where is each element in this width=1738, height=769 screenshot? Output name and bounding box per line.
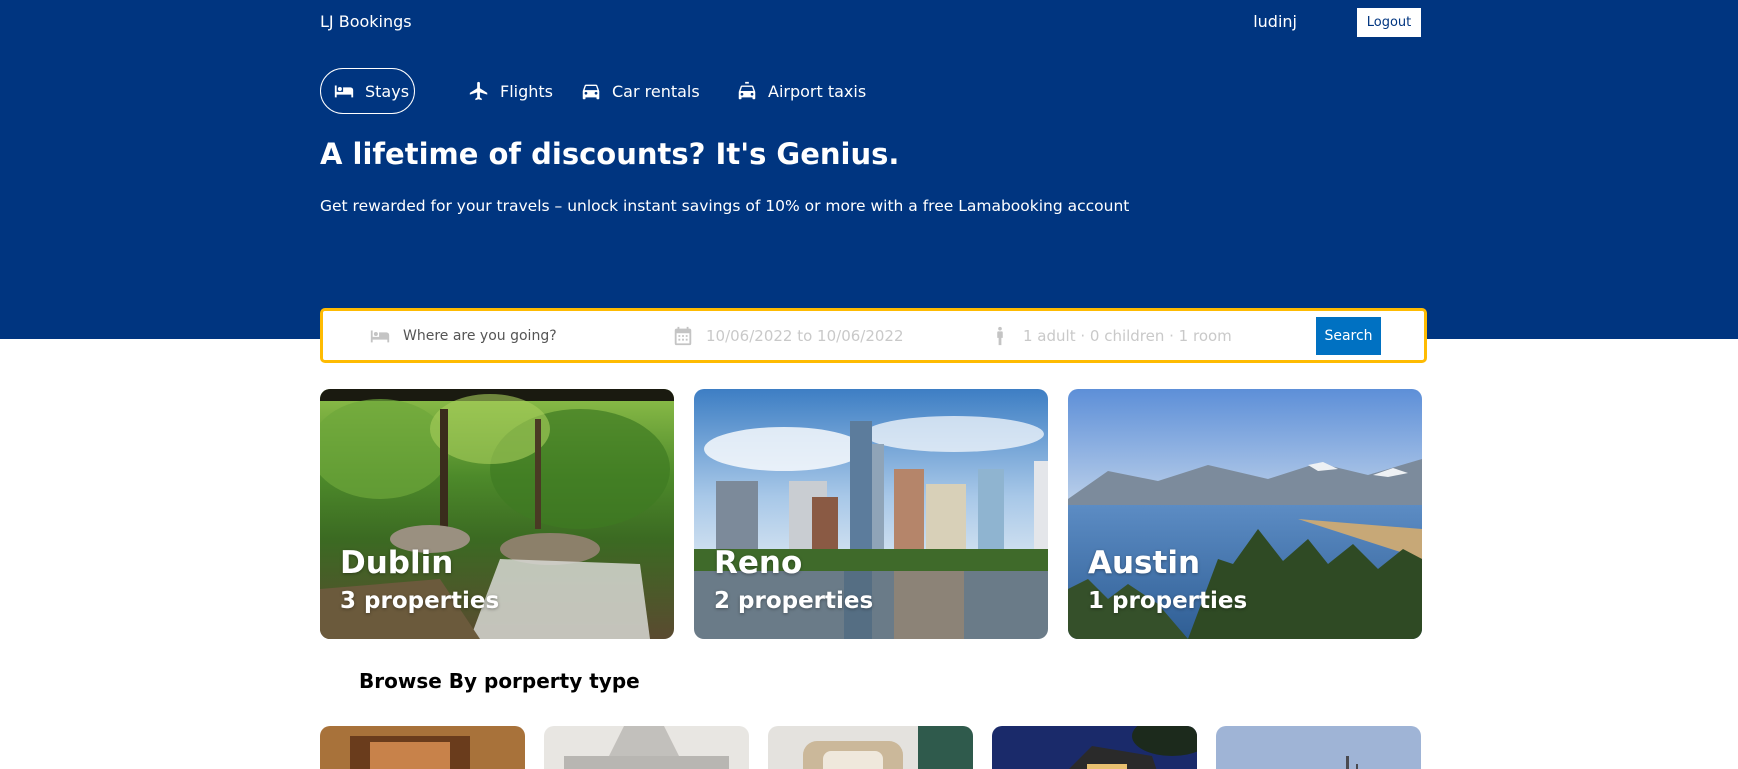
tab-stays[interactable]: Stays bbox=[320, 68, 415, 114]
featured-cities: Dublin 3 properties Reno 2 properties Au… bbox=[320, 389, 1422, 639]
property-type-card[interactable] bbox=[320, 726, 525, 769]
logout-button[interactable]: Logout bbox=[1357, 8, 1421, 37]
hero-title: A lifetime of discounts? It's Genius. bbox=[320, 137, 900, 171]
featured-card-reno[interactable]: Reno 2 properties bbox=[694, 389, 1048, 639]
date-range-text: 10/06/2022 to 10/06/2022 bbox=[706, 326, 904, 345]
guests-text: 1 adult · 0 children · 1 room bbox=[1023, 326, 1232, 345]
tab-label: Stays bbox=[365, 81, 410, 101]
property-type-card[interactable] bbox=[544, 726, 749, 769]
tab-label: Airport taxis bbox=[768, 81, 867, 101]
username: ludinj bbox=[1253, 12, 1297, 31]
person-icon bbox=[997, 326, 1003, 345]
search-bar: 10/06/2022 to 10/06/2022 1 adult · 0 chi… bbox=[320, 308, 1427, 363]
property-types-list bbox=[320, 726, 1422, 769]
tab-label: Flights bbox=[500, 81, 553, 101]
featured-card-dublin[interactable]: Dublin 3 properties bbox=[320, 389, 674, 639]
tab-flights[interactable]: Flights bbox=[455, 68, 566, 114]
hero-subtitle: Get rewarded for your travels – unlock i… bbox=[320, 197, 1130, 215]
car-icon bbox=[582, 84, 600, 100]
search-button[interactable]: Search bbox=[1316, 317, 1381, 355]
property-types-title: Browse By porperty type bbox=[359, 669, 640, 693]
destination-field[interactable] bbox=[369, 311, 633, 360]
card-count: 1 properties bbox=[1088, 588, 1248, 614]
property-type-card[interactable] bbox=[992, 726, 1197, 769]
guests-field[interactable]: 1 adult · 0 children · 1 room bbox=[989, 311, 1232, 360]
tab-airport-taxis[interactable]: Airport taxis bbox=[723, 68, 879, 114]
card-city: Austin bbox=[1088, 545, 1201, 581]
cabin-photo bbox=[1216, 726, 1421, 769]
calendar-icon bbox=[674, 326, 692, 345]
property-type-card[interactable] bbox=[768, 726, 973, 769]
card-city: Dublin bbox=[340, 545, 454, 581]
card-city: Reno bbox=[714, 545, 803, 581]
card-count: 3 properties bbox=[340, 588, 500, 614]
tab-label: Car rentals bbox=[612, 81, 700, 101]
hotel-photo bbox=[320, 726, 525, 769]
resort-photo bbox=[768, 726, 973, 769]
navbar: LJ Bookings ludinj Logout bbox=[320, 0, 1421, 46]
taxi-icon bbox=[738, 81, 756, 100]
bed-icon bbox=[334, 85, 354, 98]
tab-car-rentals[interactable]: Car rentals bbox=[567, 68, 713, 114]
logo[interactable]: LJ Bookings bbox=[320, 12, 412, 31]
property-type-card[interactable] bbox=[1216, 726, 1421, 769]
bed-icon bbox=[370, 330, 390, 342]
header-tabs: Stays Flights Car rentals Airport taxis bbox=[320, 68, 1421, 115]
featured-card-austin[interactable]: Austin 1 properties bbox=[1068, 389, 1422, 639]
date-field[interactable]: 10/06/2022 to 10/06/2022 bbox=[672, 311, 904, 360]
card-count: 2 properties bbox=[714, 588, 874, 614]
plane-icon bbox=[469, 81, 488, 101]
apartment-photo bbox=[544, 726, 749, 769]
destination-input[interactable] bbox=[403, 327, 633, 344]
villa-photo bbox=[992, 726, 1197, 769]
